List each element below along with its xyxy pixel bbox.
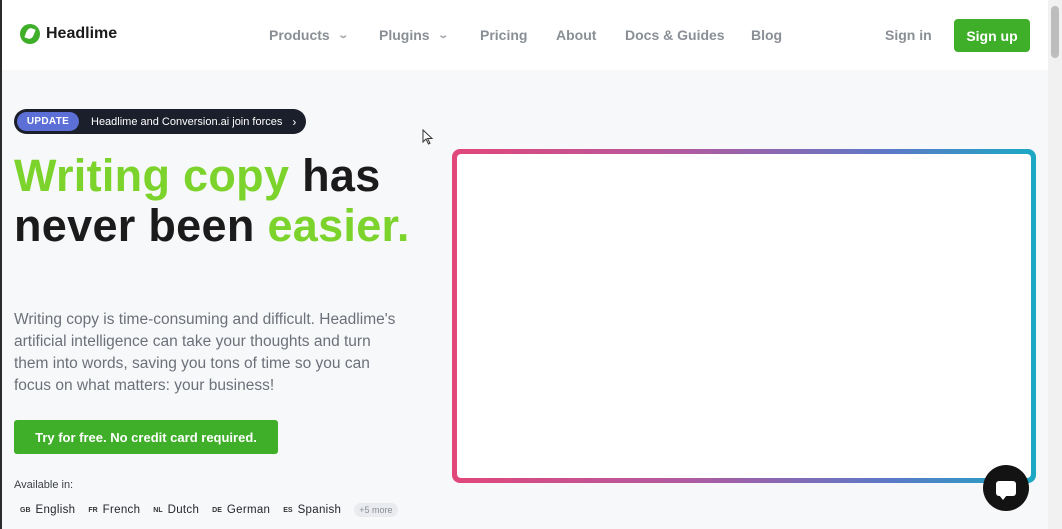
- headline-green-part-2: easier.: [267, 200, 410, 251]
- language-english: GB English: [20, 504, 75, 516]
- chevron-down-icon: ⌄: [436, 29, 449, 41]
- nav-label: About: [556, 27, 597, 43]
- language-german: DE German: [212, 504, 270, 516]
- more-languages-badge[interactable]: +5 more: [354, 503, 398, 517]
- logo-text: Headlime: [46, 25, 118, 42]
- nav-item-docs-guides[interactable]: Docs & Guides: [625, 27, 751, 43]
- language-spanish: ES Spanish: [283, 504, 341, 516]
- nav-label: Pricing: [480, 27, 528, 43]
- nav-label: Blog: [751, 27, 783, 43]
- headlime-leaf-icon: [20, 24, 40, 44]
- announcement-text: Headlime and Conversion.ai join forces: [91, 115, 283, 128]
- nav-item-plugins[interactable]: Plugins ⌄: [379, 27, 480, 43]
- chevron-right-icon: ›: [292, 114, 297, 129]
- try-free-button[interactable]: Try for free. No credit card required.: [14, 420, 278, 454]
- nav-item-about[interactable]: About: [556, 27, 625, 43]
- chat-button[interactable]: [983, 465, 1029, 511]
- mouse-cursor-icon: [422, 129, 434, 145]
- language-name: Dutch: [167, 504, 200, 516]
- video-placeholder[interactable]: [457, 154, 1031, 478]
- nav-label: Docs & Guides: [625, 27, 725, 43]
- announcement-banner[interactable]: UPDATE Headlime and Conversion.ai join f…: [14, 109, 306, 134]
- headline-green-part: Writing copy: [14, 150, 290, 201]
- site-header: Headlime Products ⌄ Plugins ⌄ Pricing Ab…: [0, 0, 1048, 70]
- nav-item-blog[interactable]: Blog: [751, 27, 782, 43]
- language-name: French: [102, 504, 141, 516]
- chevron-down-icon: ⌄: [337, 29, 349, 41]
- language-name: English: [35, 504, 76, 516]
- hero-description: Writing copy is time-consuming and diffi…: [14, 311, 396, 394]
- sign-up-button[interactable]: Sign up: [954, 19, 1030, 52]
- flag-es-icon: ES: [283, 506, 293, 514]
- language-list: GB English FR French NL Dutch DE German …: [20, 503, 398, 517]
- nav-item-pricing[interactable]: Pricing: [480, 27, 556, 43]
- flag-de-icon: DE: [212, 506, 222, 514]
- video-frame[interactable]: [452, 149, 1036, 483]
- hero-headline: Writing copy has never been easier.: [14, 151, 434, 251]
- flag-fr-icon: FR: [88, 506, 98, 514]
- nav-item-products[interactable]: Products ⌄: [269, 27, 379, 43]
- scrollbar-thumb[interactable]: [1051, 6, 1059, 58]
- language-french: FR French: [88, 504, 140, 516]
- page-scrollbar[interactable]: [1048, 0, 1062, 529]
- main-nav: Products ⌄ Plugins ⌄ Pricing About Docs …: [269, 27, 782, 43]
- nav-label: Products: [269, 27, 330, 43]
- sign-in-link[interactable]: Sign in: [885, 27, 932, 43]
- available-in-label: Available in:: [14, 479, 74, 491]
- flag-nl-icon: NL: [153, 506, 163, 514]
- chat-bubble-icon: [996, 480, 1016, 500]
- update-badge: UPDATE: [17, 112, 79, 131]
- language-dutch: NL Dutch: [153, 504, 199, 516]
- language-name: German: [226, 504, 271, 516]
- language-name: Spanish: [297, 504, 342, 516]
- logo[interactable]: Headlime: [20, 24, 117, 44]
- flag-gb-icon: GB: [20, 506, 31, 514]
- nav-label: Plugins: [379, 27, 430, 43]
